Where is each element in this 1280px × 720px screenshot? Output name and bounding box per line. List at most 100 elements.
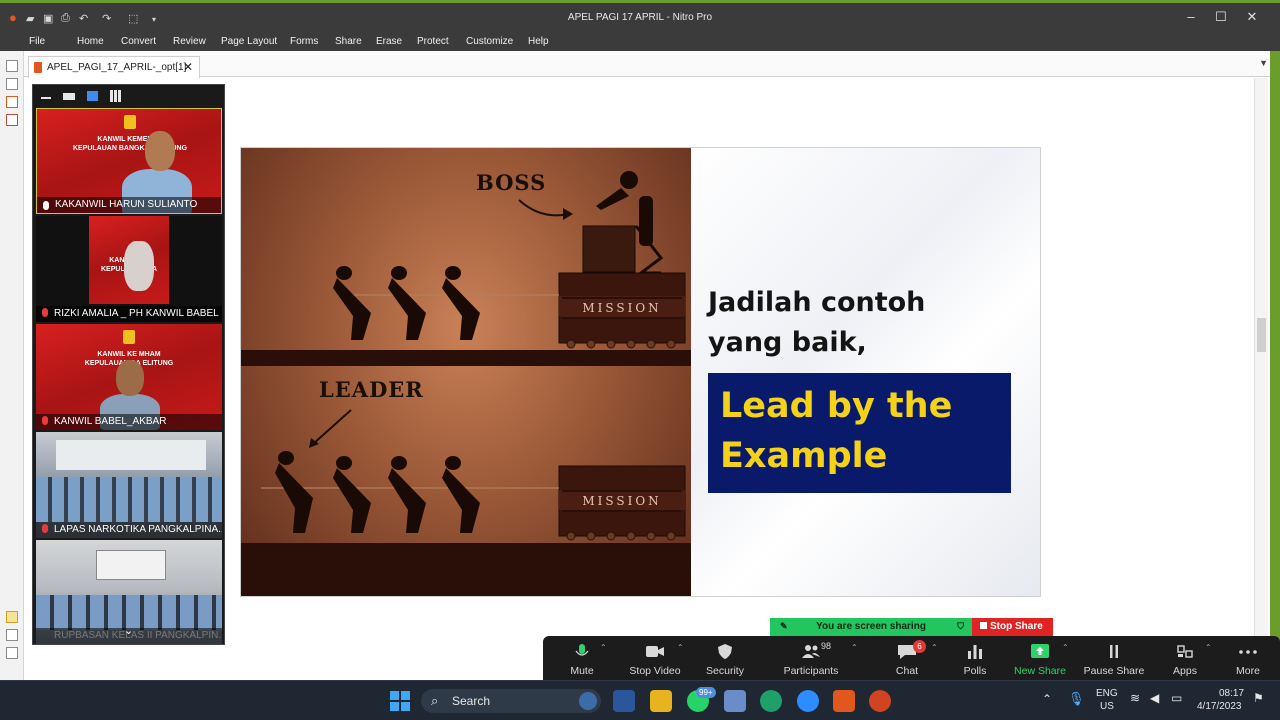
slide-page: BOSS MISSION LEADER MISSION Jadilah cont…: [240, 147, 1041, 597]
share-pointer-icon: ✎: [780, 621, 788, 631]
video-tile[interactable]: KANWIL KE KEPULAUAN BA RIZKI AMALIA _ PH…: [36, 216, 222, 322]
pause-share-button[interactable]: Pause Share: [1074, 636, 1154, 680]
fields-panel-icon[interactable]: [6, 647, 18, 659]
participant-name: KAKANWIL HARUN SULIANTO: [37, 197, 221, 213]
stop-share-button[interactable]: Stop Share: [972, 618, 1053, 636]
title-bar: ● ▰ ▣ ⎙ ↶ ↷ ⬚ ▾ APEL PAGI 17 APRIL - Nit…: [0, 0, 1280, 36]
maximize-button[interactable]: ☐: [1206, 9, 1236, 25]
mute-label: Mute: [570, 665, 594, 677]
gallery-view-icon[interactable]: [110, 90, 122, 102]
video-tile[interactable]: KANWIL KE MHAM KEPULAUAN BA ELITUNG KANW…: [36, 324, 222, 430]
video-tile[interactable]: RUPBASAN KELAS II PANGKALPIN... ⌄: [36, 540, 222, 644]
attachments-panel-icon[interactable]: [6, 629, 18, 641]
tab-customize[interactable]: Customize: [466, 36, 513, 47]
tab-forms[interactable]: Forms: [290, 36, 318, 47]
show-hidden-icons-icon[interactable]: ⌃: [1042, 692, 1052, 706]
clock-date[interactable]: 4/17/2023: [1197, 701, 1242, 712]
video-panel-toolbar: [33, 85, 224, 107]
close-tab-button[interactable]: ✕: [183, 60, 193, 74]
bookmarks-panel-icon[interactable]: [6, 96, 18, 108]
participants-button[interactable]: 98 ⌃ Participants: [771, 636, 858, 680]
illustration-figures: [241, 171, 691, 596]
whatsapp-badge: 99+: [696, 687, 716, 698]
volume-icon[interactable]: ◀: [1150, 691, 1159, 705]
search-label: Search: [452, 694, 491, 708]
chevron-up-icon[interactable]: ⌃: [1062, 643, 1069, 652]
shield-icon: [718, 644, 732, 659]
participants-label: Participants: [783, 665, 839, 677]
security-panel-icon[interactable]: [6, 114, 18, 126]
more-dots-icon: [1239, 650, 1257, 654]
pages-panel-icon[interactable]: [6, 60, 18, 72]
word-app-icon[interactable]: [613, 690, 635, 712]
hide-video-icon[interactable]: [41, 97, 51, 99]
file-menu[interactable]: File: [29, 36, 45, 47]
stop-share-label: Stop Share: [990, 621, 1043, 632]
start-button[interactable]: [390, 691, 410, 711]
minimize-button[interactable]: –: [1176, 9, 1206, 24]
scroll-down-icon[interactable]: ⌄: [124, 624, 133, 637]
edge-browser-icon[interactable]: [760, 690, 782, 712]
stop-video-label: Stop Video: [629, 665, 681, 677]
mic-muted-icon: [42, 308, 48, 317]
tab-review[interactable]: Review: [173, 36, 206, 47]
room-screen: [96, 550, 166, 580]
chevron-up-icon[interactable]: ⌃: [677, 643, 684, 652]
participant-name: RIZKI AMALIA _ PH KANWIL BABEL: [36, 306, 222, 322]
notification-bell-icon[interactable]: ⚑: [1253, 691, 1264, 705]
language-line-2[interactable]: US: [1100, 701, 1114, 712]
app-icon[interactable]: [724, 690, 746, 712]
powerpoint-app-icon[interactable]: [869, 690, 891, 712]
comments-panel-icon[interactable]: [6, 611, 18, 623]
new-share-button[interactable]: ⌃ New Share: [1000, 636, 1080, 680]
microphone-icon: [575, 644, 589, 656]
document-tab-label: APEL_PAGI_17_APRIL-_opt[1]: [47, 62, 187, 73]
pause-icon: [1110, 645, 1118, 658]
tab-home[interactable]: Home: [77, 36, 104, 47]
tab-list-dropdown-icon[interactable]: ▼: [1259, 58, 1268, 68]
more-button[interactable]: More: [1208, 636, 1280, 680]
tab-convert[interactable]: Convert: [121, 36, 156, 47]
stop-video-button[interactable]: ⌃ Stop Video: [615, 636, 695, 680]
chevron-up-icon[interactable]: ⌃: [600, 643, 607, 652]
search-panel-icon[interactable]: [6, 78, 18, 90]
tab-protect[interactable]: Protect: [417, 36, 449, 47]
highlight-line-2: Example: [720, 436, 888, 476]
language-line-1[interactable]: ENG: [1096, 688, 1118, 699]
slide-headline: Jadilah contoh yang baik,: [708, 283, 968, 363]
zoom-video-panel: KANWIL KEMENKU KEPULAUAN BANGKA BELITUNG…: [32, 84, 225, 645]
security-button[interactable]: Security: [685, 636, 765, 680]
file-explorer-icon[interactable]: [650, 690, 672, 712]
participant-face: [124, 241, 154, 291]
tab-help[interactable]: Help: [528, 36, 549, 47]
tab-page-layout[interactable]: Page Layout: [221, 36, 277, 47]
close-button[interactable]: ✕: [1237, 9, 1267, 25]
strip-view-icon[interactable]: [87, 91, 98, 101]
highlight-box: Lead by the Example: [708, 373, 1011, 493]
video-tile[interactable]: LAPAS NARKOTIKA PANGKALPINA...: [36, 432, 222, 538]
screen-sharing-label: You are screen sharing: [816, 621, 926, 632]
security-label: Security: [706, 665, 744, 677]
tab-erase[interactable]: Erase: [376, 36, 402, 47]
video-camera-icon: [646, 646, 664, 657]
scrollbar-thumb[interactable]: [1257, 318, 1266, 352]
clock-time[interactable]: 08:17: [1219, 688, 1244, 699]
pdf-file-icon: [34, 62, 42, 73]
microphone-in-use-icon[interactable]: 🎙: [1068, 691, 1085, 707]
document-tab[interactable]: APEL_PAGI_17_APRIL-_opt[1] ✕: [28, 56, 200, 78]
zoom-app-icon[interactable]: [797, 690, 819, 712]
nitro-pro-app-icon[interactable]: [833, 690, 855, 712]
speaker-view-icon[interactable]: [63, 93, 75, 100]
vertical-scrollbar[interactable]: [1254, 78, 1268, 666]
screen-sharing-status[interactable]: ✎ You are screen sharing ⛉: [770, 618, 972, 636]
participant-name: KANWIL BABEL_AKBAR: [36, 414, 222, 430]
video-tile[interactable]: KANWIL KEMENKU KEPULAUAN BANGKA BELITUNG…: [36, 108, 222, 214]
room-window: [56, 440, 206, 470]
taskbar-search[interactable]: ⌕ Search: [421, 689, 601, 713]
battery-icon[interactable]: ▭: [1171, 691, 1182, 705]
chevron-up-icon[interactable]: ⌃: [851, 643, 858, 652]
chat-unread-badge: 6: [913, 640, 926, 653]
wifi-icon[interactable]: ≋: [1130, 691, 1140, 705]
tab-share[interactable]: Share: [335, 36, 362, 47]
mute-button[interactable]: ⌃ Mute: [542, 636, 622, 680]
